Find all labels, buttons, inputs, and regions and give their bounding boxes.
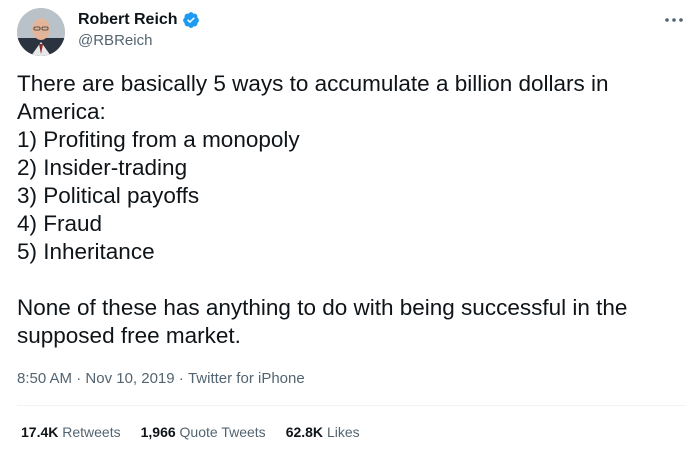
author-handle[interactable]: @RBReich	[78, 32, 152, 50]
tweet-text: There are basically 5 ways to accumulate…	[17, 71, 628, 348]
divider	[17, 405, 686, 406]
avatar[interactable]	[17, 8, 65, 56]
quote-tweets-label: Quote Tweets	[179, 424, 266, 440]
tweet-date[interactable]: Nov 10, 2019	[85, 369, 174, 389]
likes-count: 62.8K	[285, 424, 324, 440]
more-options-icon[interactable]	[662, 10, 686, 30]
avatar-image	[17, 8, 65, 56]
retweets-label: Retweets	[62, 424, 121, 440]
quote-tweets-stat[interactable]: 1,966 Quote Tweets	[141, 423, 266, 441]
author-name-row: Robert Reich	[78, 10, 200, 30]
engagement-stats: 17.4K Retweets 1,966 Quote Tweets 62.8K …	[21, 423, 360, 441]
tweet-time[interactable]: 8:50 AM	[17, 369, 72, 389]
verified-badge-icon	[182, 11, 200, 29]
tweet-source[interactable]: Twitter for iPhone	[188, 369, 305, 389]
retweets-count: 17.4K	[21, 424, 59, 440]
meta-separator: ·	[174, 370, 188, 387]
likes-stat[interactable]: 62.8K Likes	[286, 423, 360, 441]
author-display-name[interactable]: Robert Reich	[78, 10, 178, 30]
tweet-meta: 8:50 AM · Nov 10, 2019 · Twitter for iPh…	[17, 369, 305, 389]
tweet-card: Robert Reich @RBReich There are basicall…	[0, 0, 700, 451]
quote-tweets-count: 1,966	[140, 424, 176, 440]
likes-label: Likes	[326, 424, 360, 440]
retweets-stat[interactable]: 17.4K Retweets	[21, 423, 121, 441]
meta-separator: ·	[72, 370, 86, 387]
